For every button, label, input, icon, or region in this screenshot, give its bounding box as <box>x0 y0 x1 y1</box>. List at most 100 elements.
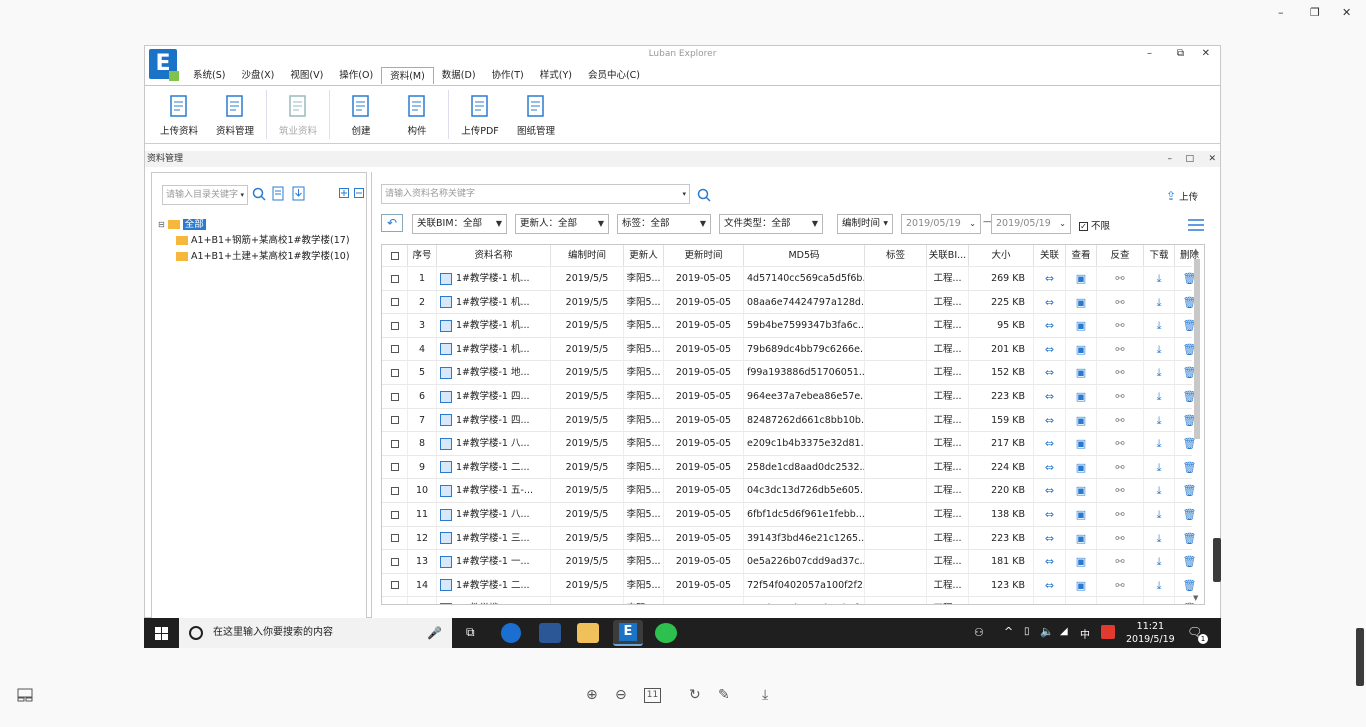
download-icon[interactable]: ⤓ <box>1144 479 1175 503</box>
ime-indicator[interactable]: 中 <box>1080 626 1090 641</box>
menu-item[interactable]: 数据(D) <box>434 67 484 84</box>
view-icon[interactable]: ▣ <box>1066 479 1097 503</box>
microphone-icon[interactable]: 🎤 <box>427 618 442 648</box>
layout-toggle-icon[interactable] <box>17 688 33 702</box>
reverse-lookup-icon[interactable]: ⚯ <box>1097 361 1144 385</box>
outer-restore-button[interactable]: ❐ <box>1310 6 1320 19</box>
column-header[interactable]: 查看 <box>1066 245 1097 266</box>
link-icon[interactable]: ⇔ <box>1034 550 1066 574</box>
side-volume-widget[interactable] <box>1213 538 1221 582</box>
download-icon[interactable]: ⤓ <box>1144 455 1175 480</box>
list-menu-icon[interactable] <box>1188 218 1204 232</box>
filetype-filter-select[interactable]: 文件类型：全部 ▼ <box>719 214 823 234</box>
view-icon[interactable]: ▣ <box>1066 597 1097 604</box>
row-checkbox[interactable] <box>382 267 408 291</box>
file-name[interactable]: 1#教学楼-1 四... <box>456 415 530 426</box>
reverse-lookup-icon[interactable]: ⚯ <box>1097 267 1144 291</box>
taskbar-clock[interactable]: 11:21 2019/5/19 <box>1126 620 1175 646</box>
cell-name[interactable]: 1#教学楼-1 机... <box>437 290 551 315</box>
view-icon[interactable]: ▣ <box>1066 290 1097 315</box>
menu-item[interactable]: 操作(O) <box>331 67 381 84</box>
tag-filter-select[interactable]: 标签：全部 ▼ <box>617 214 711 234</box>
cell-name[interactable]: 1#教学楼-1 五-... <box>437 479 551 503</box>
column-header[interactable]: 关联 <box>1034 245 1066 266</box>
download-icon[interactable]: ⤓ <box>1144 550 1175 574</box>
view-icon[interactable]: ▣ <box>1066 526 1097 551</box>
table-row[interactable]: 4 1#教学楼-1 机... 2019/5/5 李阳5... 2019-05-05 79b… <box>382 336 1196 362</box>
table-row[interactable]: 2 1#教学楼-1 机... 2019/5/5 李阳5... 2019-05-05 08a… <box>382 289 1196 315</box>
row-checkbox[interactable] <box>382 432 408 456</box>
tree-root[interactable]: ⊟ 全部 <box>158 217 350 233</box>
view-icon[interactable]: ▣ <box>1066 361 1097 385</box>
column-header[interactable]: 序号 <box>408 245 437 266</box>
row-checkbox[interactable] <box>382 455 408 480</box>
cell-name[interactable]: 1#教学楼-1 机... <box>437 267 551 291</box>
column-header[interactable]: 标签 <box>865 245 927 266</box>
table-row[interactable]: 15 1#教学楼-1 ... 2019/5/5李阳5...2019-05-0541c… <box>382 596 1196 604</box>
ribbon-button[interactable]: 创建 <box>333 86 389 143</box>
column-header[interactable]: 关联BI... <box>927 245 969 266</box>
column-header[interactable]: 编制时间 <box>551 245 624 266</box>
download-icon[interactable]: ⤓ <box>1144 503 1175 527</box>
word-app-icon[interactable] <box>539 623 561 643</box>
reverse-lookup-icon[interactable]: ⚯ <box>1097 314 1144 338</box>
app-logo[interactable]: E <box>149 49 179 81</box>
menu-item[interactable]: 视图(V) <box>282 67 331 84</box>
search-icon[interactable] <box>252 187 266 201</box>
edit-pencil-icon[interactable]: ✎ <box>718 687 730 703</box>
reverse-lookup-icon[interactable]: ⚯ <box>1097 550 1144 574</box>
column-header[interactable]: 反查 <box>1097 245 1144 266</box>
cell-name[interactable]: 1#教学楼-1 八... <box>437 503 551 527</box>
download-icon[interactable]: ⤓ <box>1144 432 1175 456</box>
column-header[interactable]: MD5码 <box>744 245 865 266</box>
ribbon-button[interactable]: 构件 <box>389 86 445 143</box>
column-header[interactable]: 资料名称 <box>437 245 551 266</box>
download-icon[interactable]: ⤓ <box>1144 597 1175 604</box>
file-name[interactable]: 1#教学楼-1 一... <box>456 556 530 567</box>
table-row[interactable]: 9 1#教学楼-1 二... 2019/5/5 李阳5... 2019-05-05 258… <box>382 454 1196 480</box>
link-icon[interactable]: ⇔ <box>1034 408 1066 433</box>
download-icon[interactable]: ⤓ <box>1144 314 1175 338</box>
link-icon[interactable]: ⇔ <box>1034 290 1066 315</box>
scroll-thumb[interactable] <box>1194 259 1200 439</box>
luban-taskbar-icon[interactable]: E <box>613 620 643 646</box>
reverse-lookup-icon[interactable]: ⚯ <box>1097 597 1144 604</box>
link-icon[interactable]: ⇔ <box>1034 455 1066 480</box>
reverse-lookup-icon[interactable]: ⚯ <box>1097 479 1144 503</box>
file-name[interactable]: 1#教学楼-1 机... <box>456 297 530 308</box>
updater-filter-select[interactable]: 更新人：全部 ▼ <box>515 214 609 234</box>
date-from-input[interactable]: 2019/05/19 ⌄ <box>901 214 981 234</box>
row-checkbox[interactable] <box>382 408 408 433</box>
reverse-lookup-icon[interactable]: ⚯ <box>1097 290 1144 315</box>
directory-import-icon[interactable] <box>292 186 305 201</box>
rotate-icon[interactable]: ↻ <box>689 687 701 703</box>
cell-name[interactable]: 1#教学楼-1 四... <box>437 408 551 433</box>
cell-name[interactable]: 1#教学楼-1 地... <box>437 361 551 385</box>
chevron-down-icon[interactable]: ▾ <box>240 186 244 204</box>
table-row[interactable]: 11 1#教学楼-1 八... 2019/5/5 李阳5... 2019-05-05 6f… <box>382 502 1196 527</box>
column-header[interactable]: 更新人 <box>624 245 664 266</box>
row-checkbox[interactable] <box>382 526 408 551</box>
view-icon[interactable]: ▣ <box>1066 385 1097 409</box>
file-name[interactable]: 1#教学楼-1 八... <box>456 438 530 449</box>
ribbon-button[interactable]: 筑业资料 <box>270 86 326 143</box>
outer-minimize-button[interactable]: – <box>1278 6 1284 19</box>
outer-close-button[interactable]: ✕ <box>1342 6 1351 19</box>
sogou-ime-icon[interactable] <box>1101 625 1115 639</box>
expand-all-icon[interactable] <box>339 188 349 198</box>
link-icon[interactable]: ⇔ <box>1034 267 1066 291</box>
table-row[interactable]: 14 1#教学楼-1 二... 2019/5/5 李阳5... 2019-05-05 72… <box>382 572 1196 598</box>
file-name[interactable]: 1#教学楼-1 机... <box>456 320 530 331</box>
download-icon[interactable]: ⤓ <box>1144 361 1175 385</box>
collapse-all-icon[interactable] <box>354 188 364 198</box>
file-name[interactable]: 1#教学楼-1 地... <box>456 367 530 378</box>
select-all-checkbox[interactable] <box>382 245 408 266</box>
file-explorer-icon[interactable] <box>577 623 599 643</box>
cell-name[interactable]: 1#教学楼-1 机... <box>437 337 551 362</box>
zoom-out-icon[interactable]: ⊖ <box>615 687 627 703</box>
row-checkbox[interactable] <box>382 573 408 598</box>
download-icon[interactable]: ⤓ <box>1144 385 1175 409</box>
menu-item[interactable]: 沙盘(X) <box>233 67 282 84</box>
panel-maximize-button[interactable]: □ <box>1185 151 1194 167</box>
menu-item[interactable]: 会员中心(C) <box>580 67 648 84</box>
